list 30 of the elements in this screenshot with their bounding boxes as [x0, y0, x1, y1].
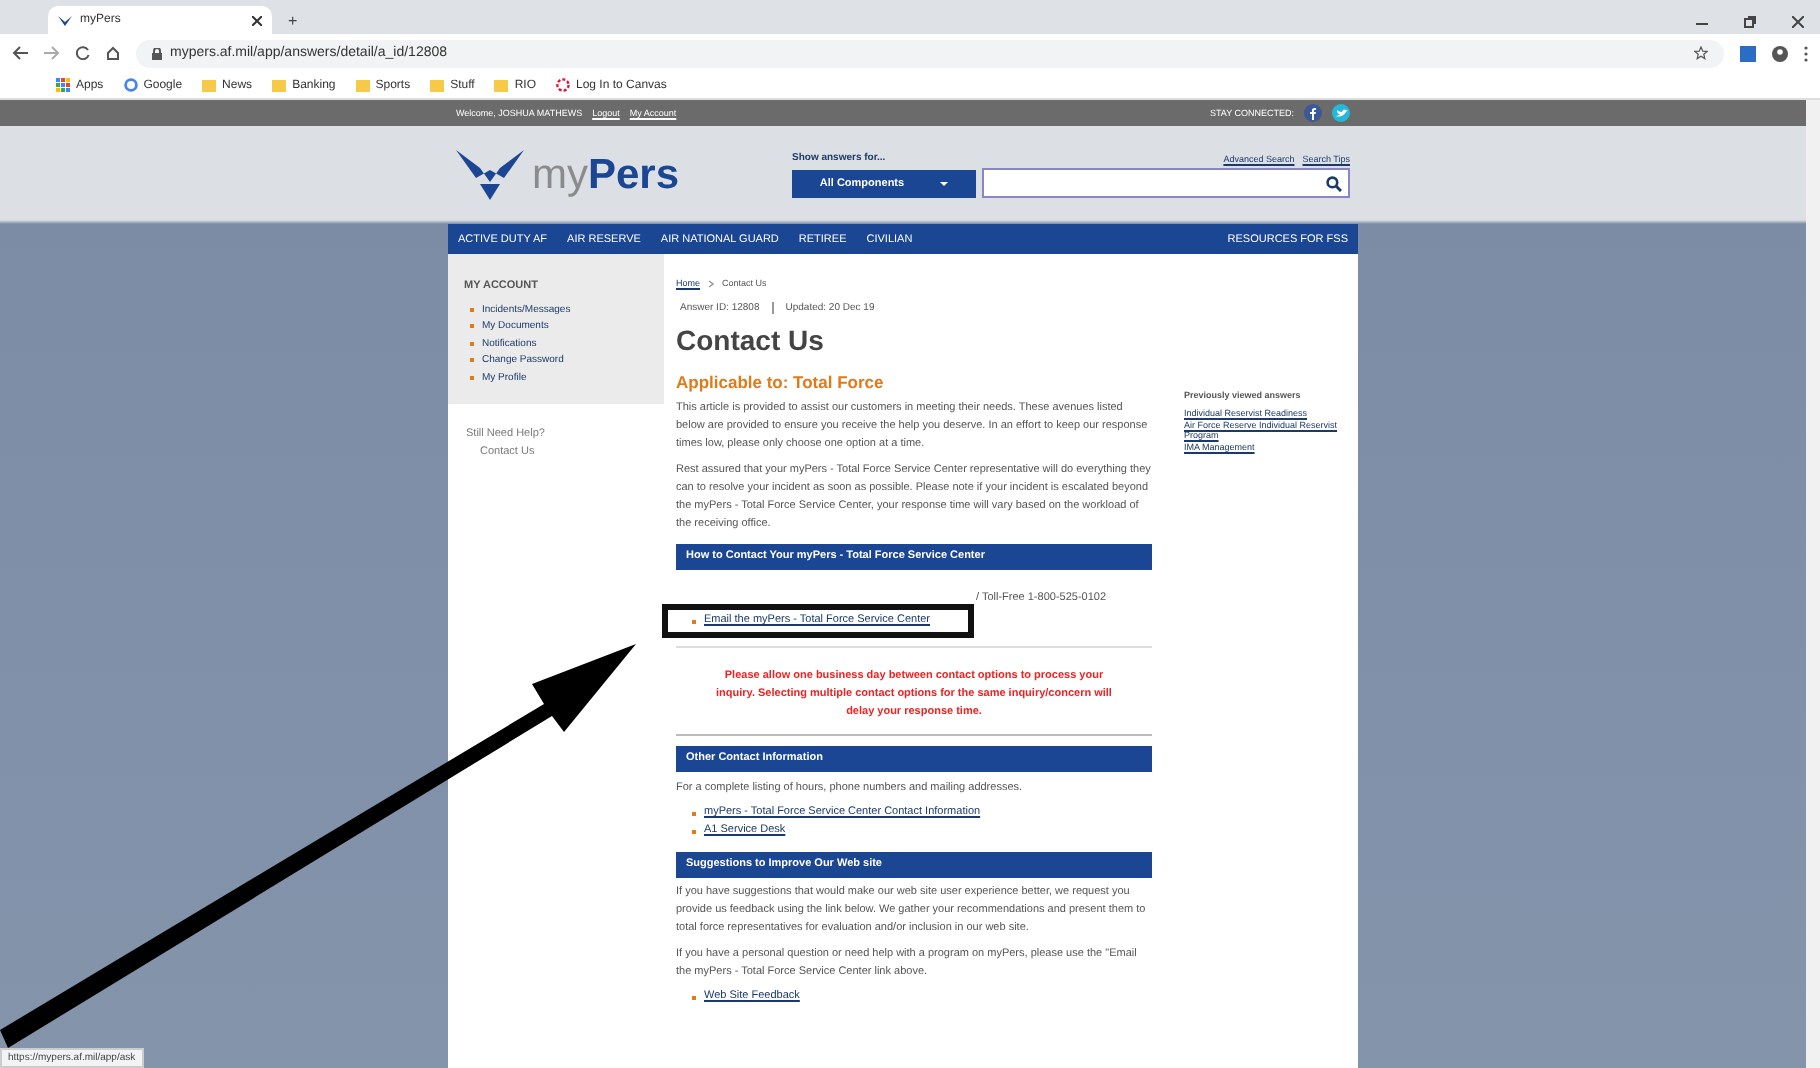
- search-icon[interactable]: [1326, 175, 1342, 191]
- page-title: Contact Us: [676, 324, 826, 356]
- profile-icon[interactable]: [1772, 45, 1788, 61]
- chevron-icon: [708, 279, 715, 287]
- extension-icon[interactable]: [1740, 45, 1756, 61]
- folder-icon: [355, 78, 370, 92]
- close-icon[interactable]: [252, 15, 262, 25]
- search-field[interactable]: [982, 168, 1350, 198]
- facebook-icon[interactable]: [1304, 104, 1322, 122]
- ring-icon: [556, 78, 570, 92]
- caret-icon: [940, 181, 949, 185]
- apps-icon: [56, 78, 70, 92]
- folder-icon: [494, 78, 509, 92]
- lock-icon: [152, 47, 162, 59]
- bird-icon[interactable]: [1332, 104, 1350, 122]
- folder-icon: [272, 78, 287, 92]
- back-icon[interactable]: [12, 46, 28, 60]
- home-icon[interactable]: [106, 46, 120, 60]
- star-icon[interactable]: [1694, 46, 1708, 60]
- wings-icon: [58, 15, 72, 25]
- applicable-heading: Applicable to: Total Force: [676, 371, 886, 393]
- restore-icon[interactable]: [1744, 16, 1756, 28]
- site-logo-text: myPers: [532, 151, 680, 199]
- reload-icon[interactable]: [76, 46, 90, 60]
- folder-icon: [202, 78, 217, 92]
- folder-icon: [430, 78, 445, 92]
- google-icon: [123, 78, 138, 92]
- close-icon[interactable]: [1792, 16, 1804, 28]
- wings-logo-icon: [456, 150, 524, 200]
- new-tab-button[interactable]: +: [272, 12, 298, 34]
